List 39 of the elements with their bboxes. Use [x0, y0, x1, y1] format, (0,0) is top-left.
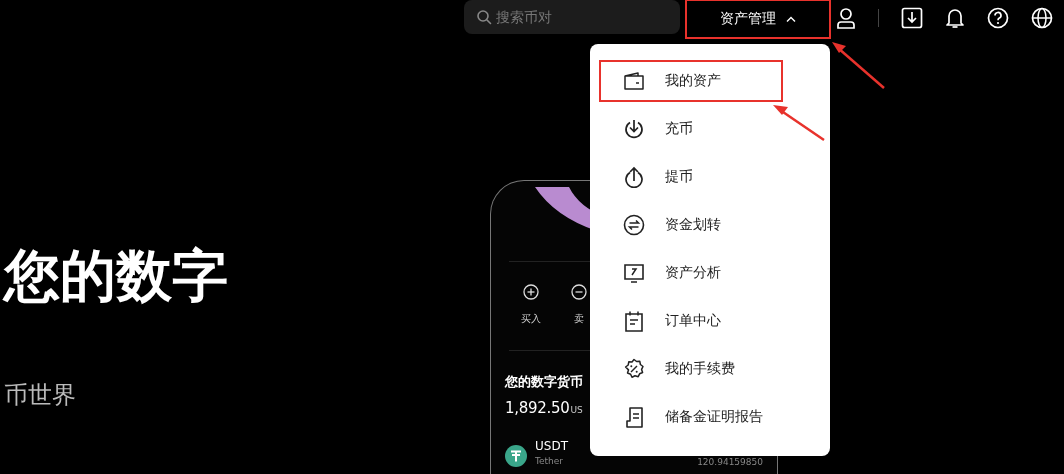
- percent-badge-icon: [623, 358, 645, 380]
- menu-item[interactable]: 充币: [599, 105, 783, 153]
- document-icon: [623, 406, 645, 428]
- asset-symbol: USDT: [535, 439, 568, 453]
- action-label: 买入: [521, 312, 541, 326]
- annotation-arrow: [832, 42, 885, 89]
- asset-name: Tether: [535, 456, 564, 466]
- menu-item[interactable]: 我的手续费: [599, 345, 783, 393]
- upload-circle-icon: [623, 166, 645, 188]
- globe-icon[interactable]: [1031, 7, 1053, 29]
- hero-title: 您的数字: [1, 242, 229, 310]
- caret-icon: [786, 16, 796, 22]
- wallet-icon: [623, 70, 645, 92]
- asset-amount: 120.94159850: [697, 457, 763, 467]
- coin-icon: [505, 445, 527, 467]
- user-icon[interactable]: [836, 7, 856, 29]
- menu-item[interactable]: 提币: [599, 153, 783, 201]
- asset-management-menu-button[interactable]: 资产管理: [685, 0, 831, 39]
- action-label: 卖: [574, 312, 584, 326]
- monitor-icon: [623, 262, 645, 284]
- download-circle-icon: [623, 118, 645, 140]
- clipboard-icon: [623, 310, 645, 332]
- balance-title: 您的数字货币: [505, 373, 583, 391]
- minus-circle-icon[interactable]: [571, 284, 587, 300]
- bell-icon[interactable]: [945, 7, 965, 29]
- menu-item[interactable]: 我的资产: [599, 60, 783, 102]
- menu-item[interactable]: 订单中心: [599, 297, 783, 345]
- balance-amount: 1,892.50: [505, 399, 570, 417]
- download-icon[interactable]: [901, 7, 923, 29]
- menu-item[interactable]: 资产分析: [599, 249, 783, 297]
- transfer-icon: [623, 214, 645, 236]
- search-field[interactable]: 搜索币对: [464, 0, 680, 34]
- menu-item[interactable]: 资金划转: [599, 201, 783, 249]
- hero-subtitle: 币世界: [3, 380, 77, 412]
- annotation-arrow: [773, 105, 825, 142]
- currency-label: US: [570, 405, 583, 415]
- menu-item[interactable]: 储备金证明报告: [599, 393, 783, 441]
- plus-circle-icon[interactable]: [523, 284, 539, 300]
- help-icon[interactable]: [987, 7, 1009, 29]
